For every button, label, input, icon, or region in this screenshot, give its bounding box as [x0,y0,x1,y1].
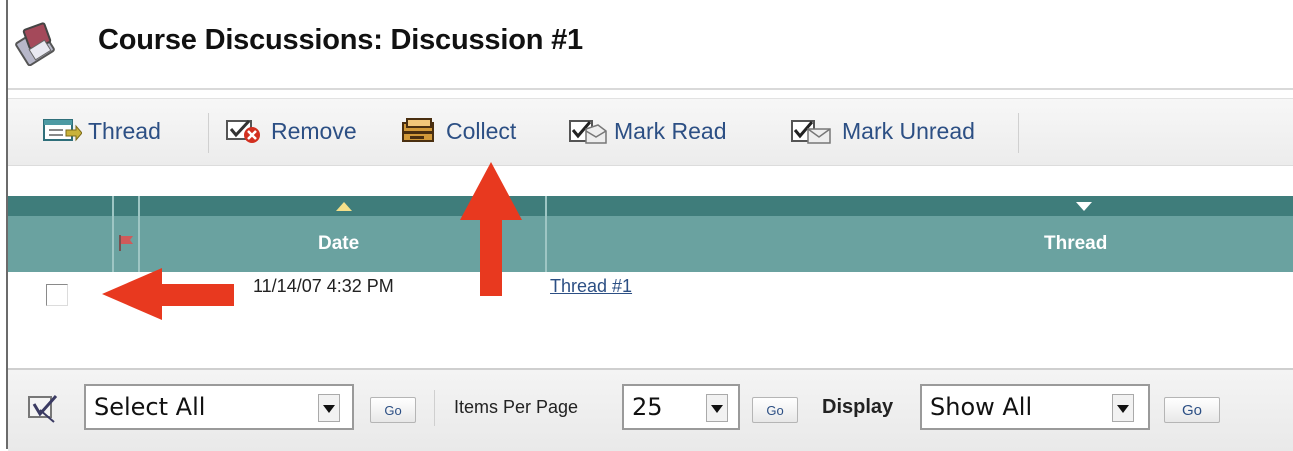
column-divider [112,196,114,272]
select-all-value: Select All [94,393,206,421]
column-header-date[interactable]: Date [318,233,359,255]
remove-button-label: Remove [271,117,357,144]
items-per-page-label: Items Per Page [454,397,579,417]
thread-button[interactable]: Thread [42,115,161,147]
mark-unread-button-label: Mark Unread [842,117,975,144]
chevron-down-icon [318,394,340,422]
collect-icon [402,118,434,142]
flag-column-icon[interactable] [117,234,135,257]
display-go-button[interactable]: Go [1164,397,1220,423]
mark-read-button[interactable]: Mark Read [568,115,726,147]
mark-read-button-label: Mark Read [614,117,727,144]
chevron-down-icon [706,394,728,422]
page-title: Course Discussions: Discussion #1 [98,24,583,56]
annotation-arrow-up [460,162,522,296]
items-per-page-value: 25 [632,393,663,421]
display-value: Show All [930,393,1033,421]
column-header-thread[interactable]: Thread [1044,233,1107,255]
bottom-divider [434,390,435,426]
thread-link[interactable]: Thread #1 [550,276,632,297]
action-toolbar: Thread Remove Collect Mark Read Mark Unr… [8,98,1293,166]
mark-unread-icon [791,120,831,144]
collect-button[interactable]: Collect [400,115,516,147]
remove-button[interactable]: Remove [225,115,357,147]
chevron-down-icon [1112,394,1134,422]
table-sort-bar [8,196,1293,216]
select-all-icon [26,394,66,429]
mark-read-icon [569,120,607,144]
new-thread-icon [43,119,82,142]
collect-button-label: Collect [446,117,517,144]
toolbar-divider [208,113,209,153]
column-divider [138,196,140,272]
go-button-label: Go [384,402,402,418]
thread-button-label: Thread [88,117,161,144]
items-per-page-go-button[interactable]: Go [752,397,798,423]
sort-ascending-icon[interactable] [336,202,352,211]
page-header: Course Discussions: Discussion #1 [8,0,1293,90]
go-button-label: Go [1181,401,1202,419]
select-all-dropdown[interactable]: Select All [84,384,354,430]
remove-icon [226,119,260,143]
select-all-go-button[interactable]: Go [370,397,416,423]
go-button-label: Go [766,402,784,418]
row-checkbox[interactable] [46,284,68,306]
sort-descending-icon[interactable] [1076,202,1092,211]
discussion-board-icon [14,20,60,67]
mark-unread-button[interactable]: Mark Unread [790,115,975,147]
annotation-arrow-left [102,268,234,320]
items-per-page-dropdown[interactable]: 25 [622,384,740,430]
row-date: 11/14/07 4:32 PM [253,276,394,296]
display-dropdown[interactable]: Show All [920,384,1150,430]
toolbar-divider [1018,113,1019,153]
column-divider [545,196,547,272]
display-label: Display [822,396,894,418]
